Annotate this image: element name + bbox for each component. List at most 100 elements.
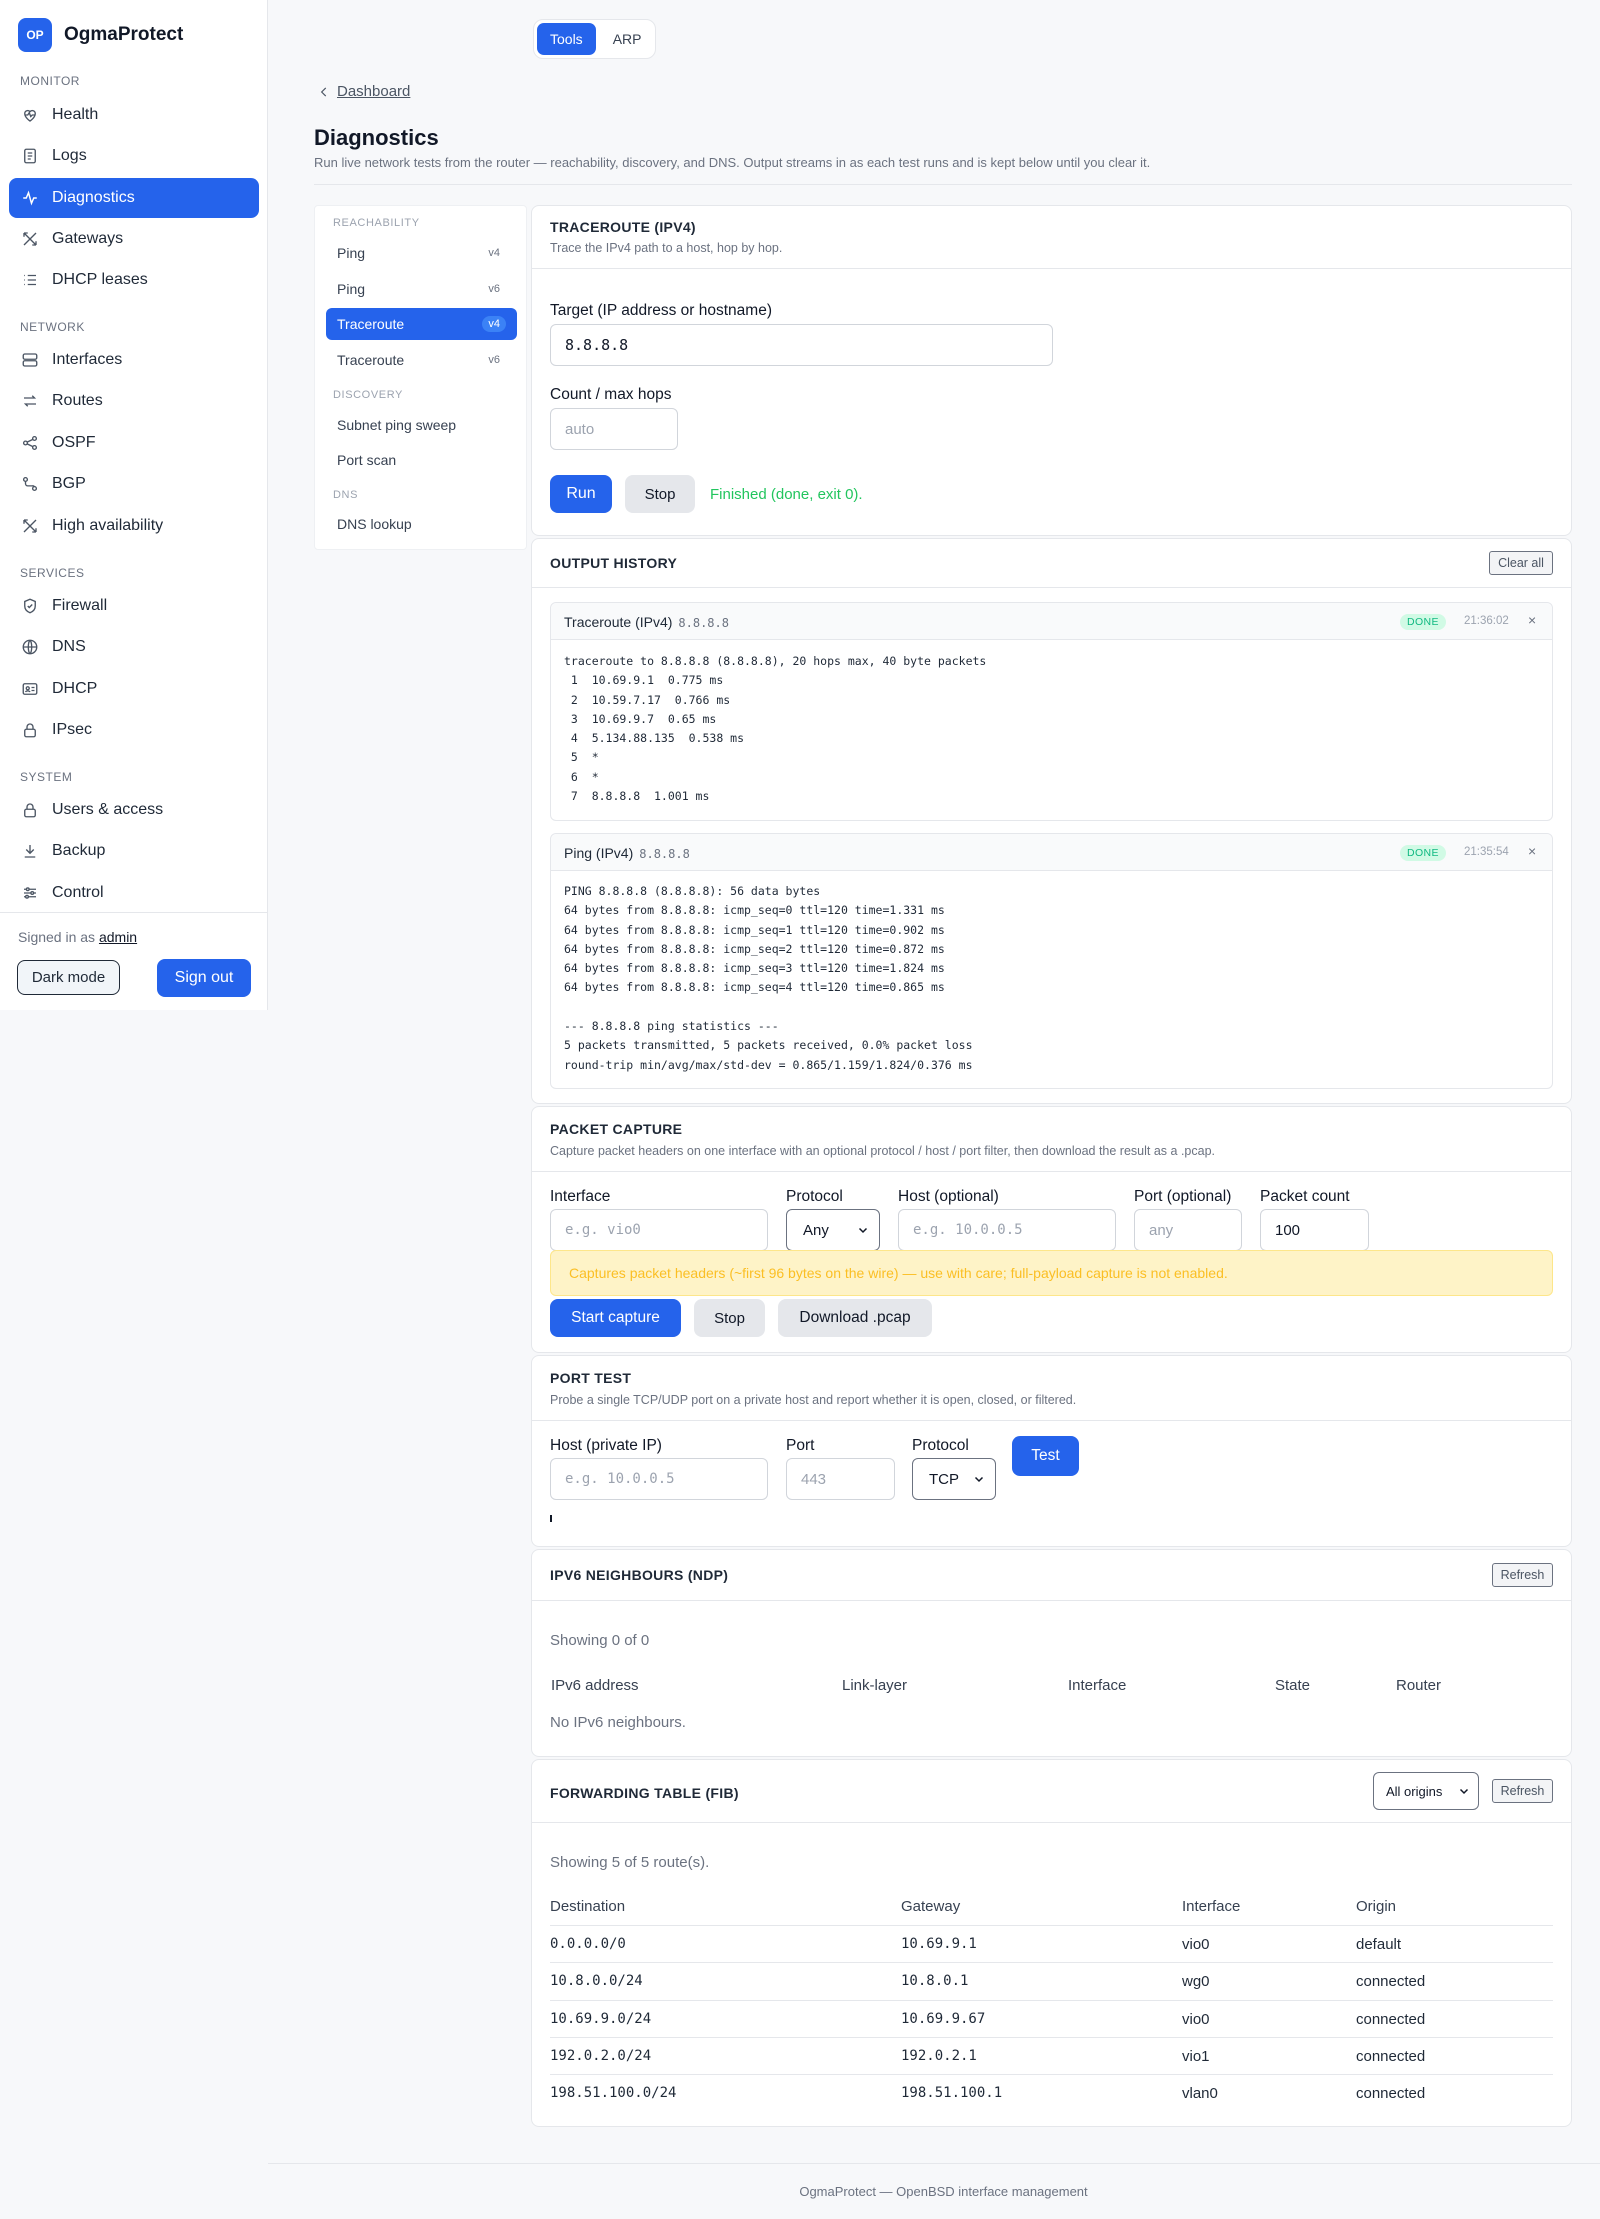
sidebar-item-bgp[interactable]: BGP — [9, 464, 259, 504]
sidebar-item-interfaces[interactable]: Interfaces — [9, 340, 259, 380]
user-link[interactable]: admin — [99, 929, 137, 945]
interface-input[interactable]: e.g. vio0 — [550, 1209, 768, 1251]
packet-capture-desc: Capture packet headers on one interface … — [550, 1144, 1215, 1158]
sidebar-item-firewall[interactable]: Firewall — [9, 586, 259, 626]
tab-arp[interactable]: ARP — [600, 23, 655, 55]
table-cell: 10.69.9.0/24 — [550, 2010, 652, 2027]
sidebar-item-label: Control — [52, 884, 104, 901]
download-pcap-button[interactable]: Download .pcap — [778, 1299, 932, 1337]
sidebar-item-logs[interactable]: Logs — [9, 136, 259, 176]
tool-traceroute-v4[interactable]: Traceroute v4 — [326, 308, 517, 340]
tool-badge: v4 — [482, 316, 506, 332]
brand[interactable]: OP OgmaProtect — [18, 18, 183, 52]
output-line: round-trip min/avg/max/std-dev = 0.865/1… — [564, 1057, 973, 1072]
table-cell: connected — [1356, 2010, 1426, 2028]
activity-icon — [23, 190, 37, 206]
tool-traceroute-v6[interactable]: Traceroute v6 — [326, 344, 517, 376]
chevron-down-icon — [974, 1476, 984, 1483]
tool-port-scan[interactable]: Port scan — [326, 444, 517, 476]
count-label: Count / max hops — [550, 386, 672, 403]
sidebar-item-ospf[interactable]: OSPF — [9, 423, 259, 463]
nav-section-services: SERVICES — [20, 566, 85, 580]
run-status: Finished (done, exit 0). — [710, 486, 863, 503]
traceroute-title: TRACEROUTE (IPV4) — [550, 219, 696, 235]
sidebar-item-ipsec[interactable]: IPsec — [9, 710, 259, 750]
tool-group-reachability: REACHABILITY — [333, 217, 420, 229]
tab-tools[interactable]: Tools — [537, 23, 596, 55]
sidebar-item-backup[interactable]: Backup — [9, 831, 259, 871]
dark-mode-button[interactable]: Dark mode — [17, 960, 120, 995]
output-line: PING 8.8.8.8 (8.8.8.8): 56 data bytes — [564, 884, 821, 898]
sidebar-item-health[interactable]: Health — [9, 95, 259, 135]
sidebar-item-label: BGP — [52, 475, 86, 492]
tool-ping-v6[interactable]: Ping v6 — [326, 273, 517, 305]
tool-dns-lookup[interactable]: DNS lookup — [326, 508, 517, 540]
host-label: Host (optional) — [898, 1188, 999, 1205]
close-icon[interactable]: × — [1528, 612, 1536, 628]
output-history-card: OUTPUT HISTORY Clear all Traceroute (IPv… — [531, 538, 1572, 1104]
lock-icon — [24, 803, 36, 818]
sidebar-item-dns[interactable]: DNS — [9, 627, 259, 667]
output-line: 2 10.59.7.17 0.766 ms — [564, 692, 731, 707]
start-capture-button[interactable]: Start capture — [550, 1299, 681, 1337]
capture-stop-button[interactable]: Stop — [694, 1299, 765, 1337]
port-test-port-label: Port — [786, 1437, 815, 1454]
output-line: traceroute to 8.8.8.8 (8.8.8.8), 20 hops… — [564, 654, 987, 668]
sidebar-item-dhcp[interactable]: DHCP — [9, 669, 259, 709]
port-test-host-label: Host (private IP) — [550, 1437, 662, 1454]
sign-out-button[interactable]: Sign out — [157, 959, 251, 997]
stop-button[interactable]: Stop — [625, 475, 695, 513]
sidebar-item-label: Routes — [52, 392, 103, 409]
output-line: --- 8.8.8.8 ping statistics --- — [564, 1019, 779, 1034]
run-button[interactable]: Run — [550, 475, 612, 513]
table-cell: 198.51.100.1 — [901, 2085, 1003, 2102]
port-input[interactable]: any — [1134, 1209, 1242, 1251]
tool-badge: v6 — [488, 354, 500, 366]
clear-all-button[interactable]: Clear all — [1489, 551, 1553, 575]
ndp-showing: Showing 0 of 0 — [550, 1632, 650, 1649]
packet-count-input[interactable]: 100 — [1260, 1209, 1369, 1251]
tool-ping-v4[interactable]: Ping v4 — [326, 237, 517, 269]
brand-name: OgmaProtect — [64, 24, 184, 45]
protocol-select[interactable]: Any — [786, 1209, 880, 1251]
sidebar-item-dhcp-leases[interactable]: DHCP leases — [9, 260, 259, 300]
share-nodes-icon — [22, 435, 38, 451]
breadcrumb-dashboard[interactable]: Dashboard — [337, 83, 410, 100]
footer-text: OgmaProtect — OpenBSD interface manageme… — [799, 2184, 1088, 2199]
sidebar-item-routes[interactable]: Routes — [9, 381, 259, 421]
chevron-down-icon — [1459, 1788, 1469, 1795]
count-input[interactable]: auto — [550, 408, 678, 450]
breadcrumb[interactable]: Dashboard — [317, 83, 410, 100]
close-icon[interactable]: × — [1528, 843, 1536, 859]
output-line: 4 5.134.88.135 0.538 ms — [564, 731, 745, 746]
port-test-desc: Probe a single TCP/UDP port on a private… — [550, 1393, 1077, 1407]
card-divider — [532, 1420, 1571, 1421]
table-cell: connected — [1356, 2085, 1426, 2103]
table-cell: 198.51.100.0/24 — [550, 2085, 677, 2102]
table-cell: 192.0.2.0/24 — [550, 2047, 652, 2064]
sidebar-item-control[interactable]: Control — [9, 873, 259, 913]
nav-section-system: SYSTEM — [20, 770, 73, 784]
host-input[interactable]: e.g. 10.0.0.5 — [898, 1209, 1116, 1251]
port-test-host-input[interactable]: e.g. 10.0.0.5 — [550, 1458, 768, 1500]
sidebar-item-gateways[interactable]: Gateways — [9, 219, 259, 259]
target-input[interactable]: 8.8.8.8 — [550, 324, 1053, 366]
fib-refresh-button[interactable]: Refresh — [1492, 1779, 1553, 1803]
tool-subnet-ping-sweep[interactable]: Subnet ping sweep — [326, 409, 517, 441]
origin-filter-select[interactable]: All origins — [1373, 1772, 1479, 1810]
output-history-title: OUTPUT HISTORY — [550, 555, 678, 571]
status-badge: DONE — [1400, 845, 1446, 861]
test-button[interactable]: Test — [1012, 1436, 1079, 1476]
sidebar-item-high-availability[interactable]: High availability — [9, 506, 259, 546]
signed-in-text: Signed in as admin — [18, 929, 137, 945]
sidebar-item-label: Diagnostics — [52, 189, 135, 206]
sidebar-item-users-access[interactable]: Users & access — [9, 790, 259, 830]
card-divider — [532, 1171, 1571, 1172]
fib-showing: Showing 5 of 5 route(s). — [550, 1854, 710, 1871]
document-icon — [24, 148, 36, 164]
output-line: 5 * — [564, 750, 599, 765]
port-test-protocol-select[interactable]: TCP — [912, 1458, 996, 1500]
sidebar-item-diagnostics[interactable]: Diagnostics — [9, 178, 259, 218]
port-test-port-input[interactable]: 443 — [786, 1458, 895, 1500]
ndp-refresh-button[interactable]: Refresh — [1492, 1563, 1553, 1587]
